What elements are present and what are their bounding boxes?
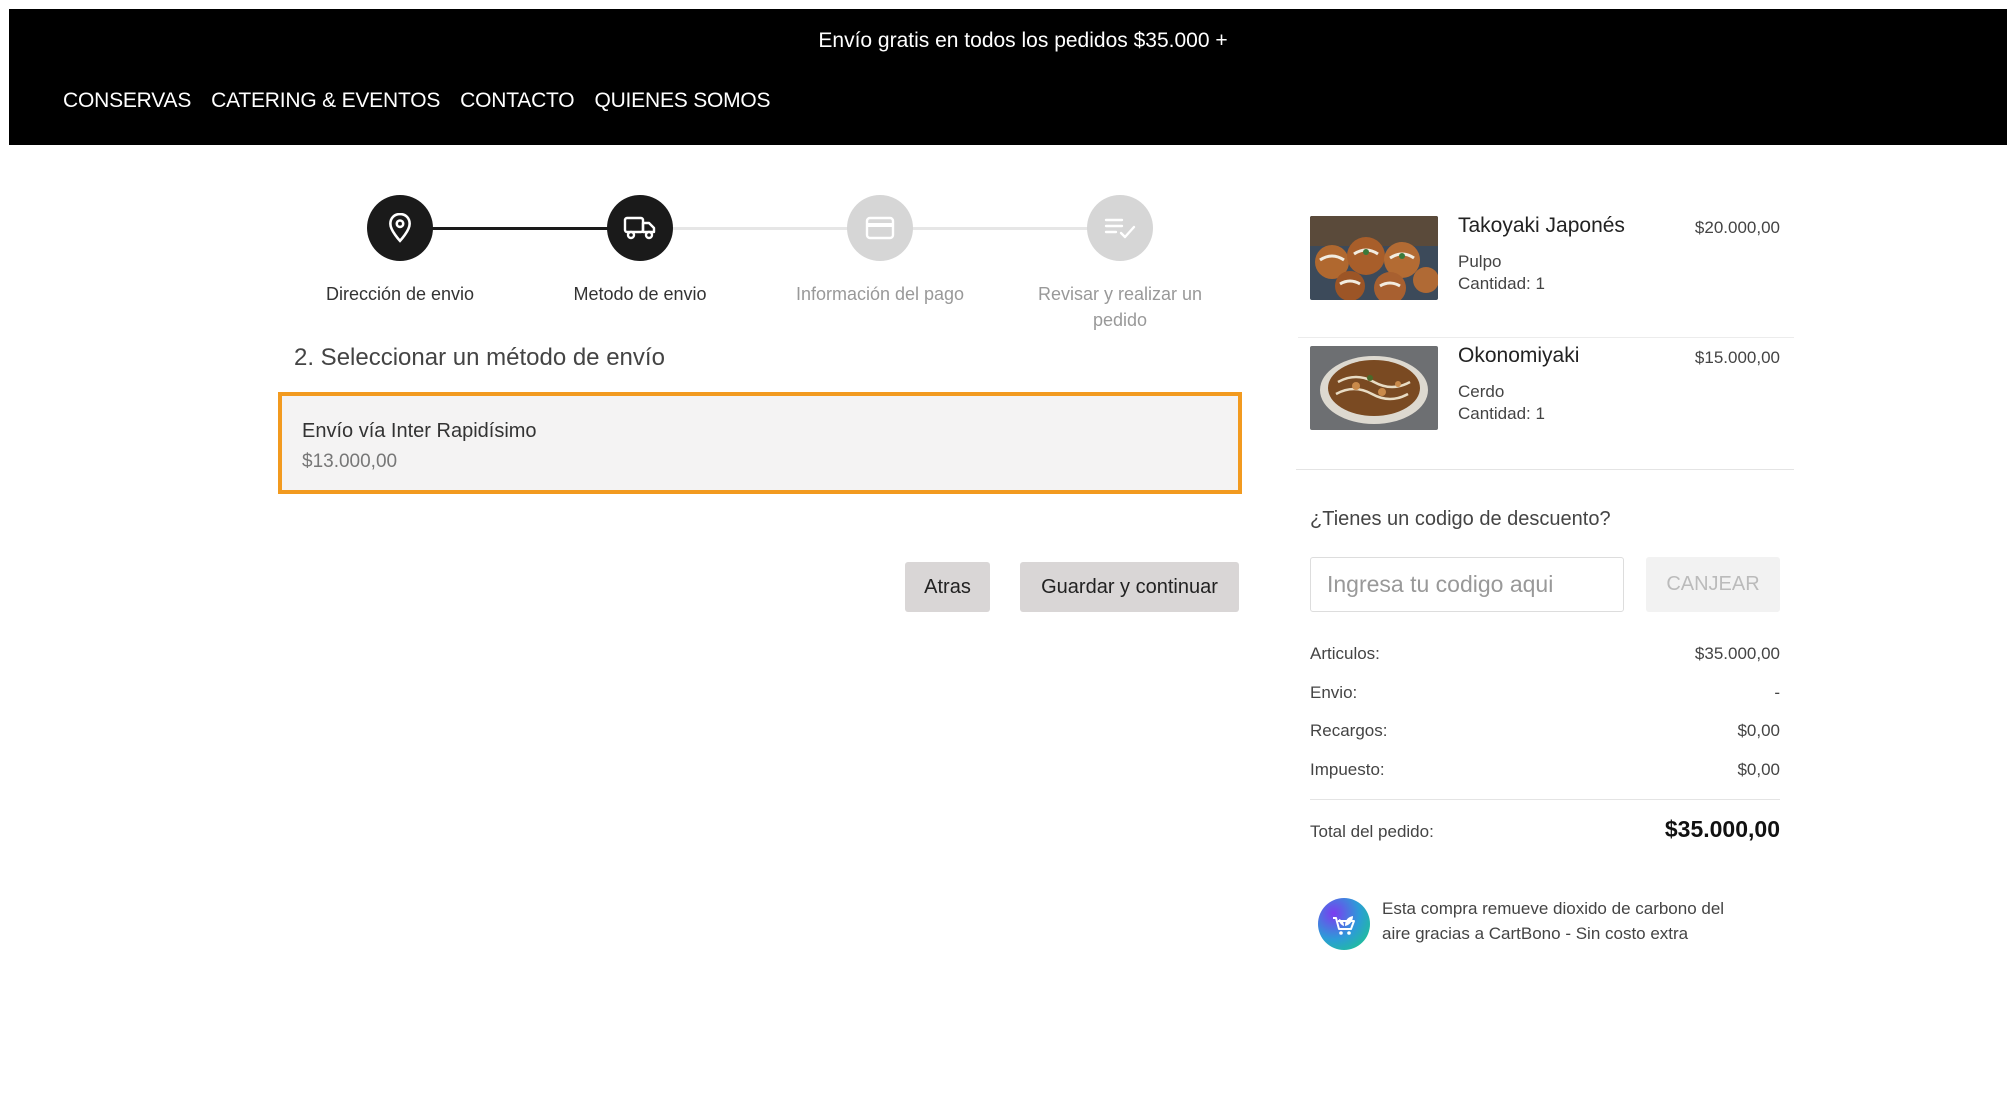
step-shipping-method[interactable]: Metodo de envio: [530, 195, 750, 307]
nav-quienes-somos[interactable]: QUIENES SOMOS: [594, 89, 770, 113]
totals-row-articulos: Articulos: $35.000,00: [1310, 644, 1780, 683]
product-image-okonomiyaki: [1310, 346, 1438, 430]
totals-row-envio: Envio: -: [1310, 683, 1780, 722]
shipping-option-price: $13.000,00: [302, 451, 398, 472]
top-header: Envío gratis en todos los pedidos $35.00…: [9, 9, 2007, 145]
totals-value: $0,00: [1737, 721, 1780, 740]
checklist-icon: [1104, 218, 1136, 239]
totals-label: Impuesto:: [1310, 759, 1385, 779]
step-circle: [1087, 195, 1153, 261]
order-total: Total del pedido: $35.000,00: [1310, 816, 1780, 843]
shipping-option-inter-rapidisimo[interactable]: Envío vía Inter Rapidísimo $13.000,00: [278, 392, 1242, 494]
cart-item-variant: Pulpo: [1458, 252, 1502, 271]
cart-item: Takoyaki Japonés Pulpo Cantidad: 1 $20.0…: [1298, 210, 1794, 338]
totals-value: $35.000,00: [1694, 644, 1780, 663]
checkout-steps: Dirección de envio Metodo de envio Infor…: [290, 195, 1210, 335]
cart-item-price: $15.000,00: [1694, 348, 1780, 367]
totals-value: $0,00: [1737, 759, 1780, 779]
back-button[interactable]: Atras: [905, 562, 990, 612]
cart-item-variant: Cerdo: [1458, 382, 1505, 401]
step-label: Información del pago: [795, 284, 965, 304]
order-total-value: $35.000,00: [1664, 816, 1780, 842]
redeem-button[interactable]: CANJEAR: [1646, 557, 1780, 612]
order-total-label: Total del pedido:: [1310, 822, 1434, 841]
main-nav: CONSERVAS CATERING & EVENTOS CONTACTO QU…: [63, 89, 771, 113]
nav-conservas[interactable]: CONSERVAS: [63, 89, 191, 113]
step-payment-info[interactable]: Información del pago: [770, 195, 990, 307]
step-circle: [847, 195, 913, 261]
save-continue-button[interactable]: Guardar y continuar: [1020, 562, 1239, 612]
totals-label: Envio:: [1310, 682, 1358, 702]
totals-row-recargos: Recargos: $0,00: [1310, 721, 1780, 760]
totals-divider: [1310, 799, 1780, 800]
cart-item-name: Takoyaki Japonés: [1458, 214, 1625, 237]
cart-item-price: $20.000,00: [1694, 218, 1780, 237]
product-image-takoyaki: [1310, 216, 1438, 300]
cart-leaf-icon: [1318, 898, 1370, 950]
nav-catering-eventos[interactable]: CATERING & EVENTOS: [211, 89, 440, 113]
cart-item-name: Okonomiyaki: [1458, 344, 1580, 367]
totals-value: -: [1774, 682, 1780, 702]
step-review-order[interactable]: Revisar y realizar un pedido: [1010, 195, 1230, 333]
discount-question: ¿Tienes un codigo de descuento?: [1310, 508, 1611, 530]
cart-item-quantity: Cantidad: 1: [1458, 274, 1545, 293]
map-pin-icon: [389, 213, 411, 243]
step-label: Metodo de envio: [573, 284, 707, 304]
carbon-offset-text: Esta compra remueve dioxido de carbono d…: [1382, 899, 1725, 943]
carbon-offset-notice: Esta compra remueve dioxido de carbono d…: [1318, 896, 1752, 950]
discount-code-input[interactable]: [1310, 557, 1624, 612]
summary-divider: [1296, 469, 1794, 470]
step-circle: [367, 195, 433, 261]
step-shipping-address[interactable]: Dirección de envio: [290, 195, 510, 307]
nav-contacto[interactable]: CONTACTO: [460, 89, 574, 113]
totals-list: Articulos: $35.000,00 Envio: - Recargos:…: [1310, 644, 1780, 798]
step-circle: [607, 195, 673, 261]
shipping-section-title: 2. Seleccionar un método de envío: [294, 344, 665, 371]
order-summary: Takoyaki Japonés Pulpo Cantidad: 1 $20.0…: [1298, 210, 1794, 470]
totals-label: Articulos:: [1310, 644, 1380, 663]
cart-item: Okonomiyaki Cerdo Cantidad: 1 $15.000,00: [1298, 340, 1794, 468]
shipping-option-name: Envío vía Inter Rapidísimo: [302, 420, 537, 442]
step-label: Dirección de envio: [325, 284, 475, 304]
totals-row-impuesto: Impuesto: $0,00: [1310, 760, 1780, 799]
truck-icon: [623, 216, 656, 240]
totals-label: Recargos:: [1310, 721, 1388, 740]
credit-card-icon: [865, 216, 895, 240]
promo-banner: Envío gratis en todos los pedidos $35.00…: [818, 29, 1228, 52]
step-label: Revisar y realizar un pedido: [1037, 284, 1203, 330]
cart-item-quantity: Cantidad: 1: [1458, 404, 1545, 423]
